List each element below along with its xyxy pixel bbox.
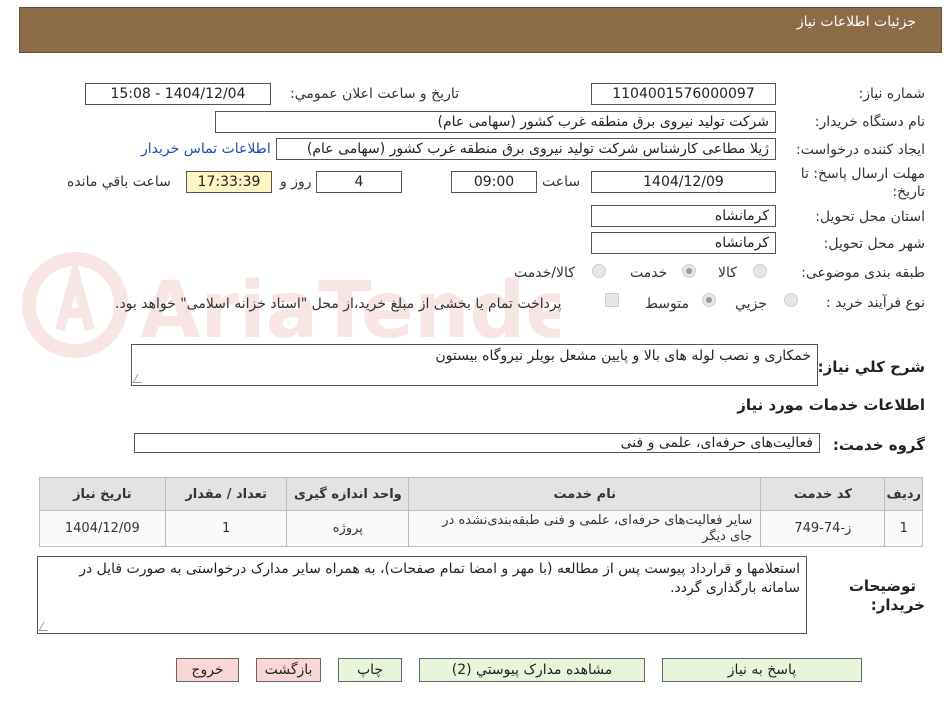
- remaining-time-field: 17:33:39: [186, 171, 272, 193]
- summary-label: شرح کلي نیاز:: [817, 358, 925, 376]
- cell-need-date: 1404/12/09: [39, 510, 166, 547]
- category-radio-service[interactable]: [682, 264, 696, 278]
- col-service-code: کد خدمت: [760, 477, 886, 511]
- deadline-time-field: 09:00: [451, 171, 537, 193]
- print-button[interactable]: چاپ: [338, 658, 402, 682]
- need-number-label: شماره نیاز:: [858, 86, 926, 102]
- category-option-goods: کالا: [718, 265, 737, 281]
- category-radio-goods-service[interactable]: [592, 264, 606, 278]
- col-quantity: تعداد / مقدار: [164, 477, 288, 511]
- province-field: کرمانشاه: [591, 205, 776, 227]
- col-row-number: ردیف: [884, 477, 923, 511]
- remaining-time-label: ساعت باقي مانده: [67, 174, 171, 190]
- creator-label: ایجاد کننده درخواست:: [796, 142, 925, 158]
- treasury-payment-checkbox[interactable]: [605, 293, 619, 307]
- process-label: نوع فرآیند خرید :: [826, 295, 925, 311]
- service-group-label: گروه خدمت:: [832, 436, 925, 454]
- cell-quantity: 1: [164, 510, 288, 547]
- process-option-minor: جزيي: [735, 296, 767, 312]
- col-service-name: نام خدمت: [408, 477, 762, 511]
- buyer-org-field: شرکت تولید نیروی برق منطقه غرب کشور (سها…: [215, 111, 776, 133]
- resize-handle-icon[interactable]: [132, 374, 147, 383]
- back-button[interactable]: بازگشت: [256, 658, 321, 682]
- category-option-service: خدمت: [630, 265, 668, 281]
- buyer-org-label: نام دستگاه خریدار:: [814, 114, 925, 130]
- buyer-notes-label-2: خریدار:: [870, 596, 925, 614]
- buyer-notes-textarea: استعلامها و قرارداد پیوست پس از مطالعه (…: [37, 556, 807, 634]
- summary-text: خمکاری و نصب لوله های بالا و پایین مشعل …: [435, 348, 811, 364]
- creator-field: ژیلا مطاعی کارشناس شرکت تولید نیروی برق …: [276, 138, 776, 160]
- deadline-label-date: تاریخ:: [892, 184, 925, 200]
- deadline-label: مهلت ارسال پاسخ: تا: [800, 166, 925, 182]
- days-label: روز و: [280, 174, 312, 190]
- cell-service-name: سایر فعالیت‌های حرفه‌ای، علمی و فنی طبقه…: [408, 510, 762, 547]
- watermark-mark: [55, 255, 95, 332]
- view-attachments-button[interactable]: مشاهده مدارک پیوستي (2): [419, 658, 645, 682]
- buyer-notes-text: استعلامها و قرارداد پیوست پس از مطالعه (…: [79, 561, 800, 596]
- process-option-medium: متوسط: [645, 296, 689, 312]
- resize-handle-icon[interactable]: [38, 622, 53, 631]
- process-radio-minor[interactable]: [784, 293, 798, 307]
- col-need-date: تاریخ نیاز: [39, 477, 166, 511]
- col-unit: واحد اندازه گیری: [286, 477, 410, 511]
- deadline-date-field: 1404/12/09: [591, 171, 776, 193]
- reply-to-need-button[interactable]: پاسخ به نیاز: [662, 658, 862, 682]
- services-table-header: ردیف کد خدمت نام خدمت واحد اندازه گیری ت…: [39, 477, 923, 511]
- category-option-goods-service: کالا/خدمت: [514, 265, 575, 281]
- services-section-title: اطلاعات خدمات مورد نیاز: [737, 396, 925, 414]
- exit-button[interactable]: خروج: [176, 658, 239, 682]
- cell-unit: پروژه: [286, 510, 410, 547]
- table-row: 1 ز-74-749 سایر فعالیت‌های حرفه‌ای، علمی…: [39, 510, 923, 547]
- process-radio-medium[interactable]: [702, 293, 716, 307]
- services-table: ردیف کد خدمت نام خدمت واحد اندازه گیری ت…: [39, 477, 923, 547]
- summary-textarea: خمکاری و نصب لوله های بالا و پایین مشعل …: [131, 344, 818, 386]
- service-group-field: فعالیت‌های حرفه‌ای، علمی و فنی: [134, 433, 820, 453]
- city-field: کرمانشاه: [591, 232, 776, 254]
- buyer-notes-label: توضیحات: [848, 577, 916, 595]
- cell-row-number: 1: [884, 510, 923, 547]
- announce-date-label: تاریخ و ساعت اعلان عمومي:: [290, 86, 459, 102]
- days-remaining-field: 4: [316, 171, 402, 193]
- buyer-contact-link[interactable]: اطلاعات تماس خریدار: [141, 141, 271, 157]
- deadline-time-label: ساعت: [542, 174, 581, 190]
- category-label: طبقه بندی موضوعی:: [801, 265, 925, 281]
- cell-service-code: ز-74-749: [760, 510, 886, 547]
- page-title: جزئیات اطلاعات نیاز: [796, 14, 916, 30]
- need-number-field: 1104001576000097: [591, 83, 776, 105]
- city-label: شهر محل تحویل:: [823, 236, 925, 252]
- announce-date-field: 1404/12/04 - 15:08: [85, 83, 271, 105]
- category-radio-goods[interactable]: [753, 264, 767, 278]
- treasury-payment-note: پرداخت تمام یا بخشی از مبلغ خرید،از محل …: [115, 296, 562, 312]
- province-label: استان محل تحویل:: [815, 209, 925, 225]
